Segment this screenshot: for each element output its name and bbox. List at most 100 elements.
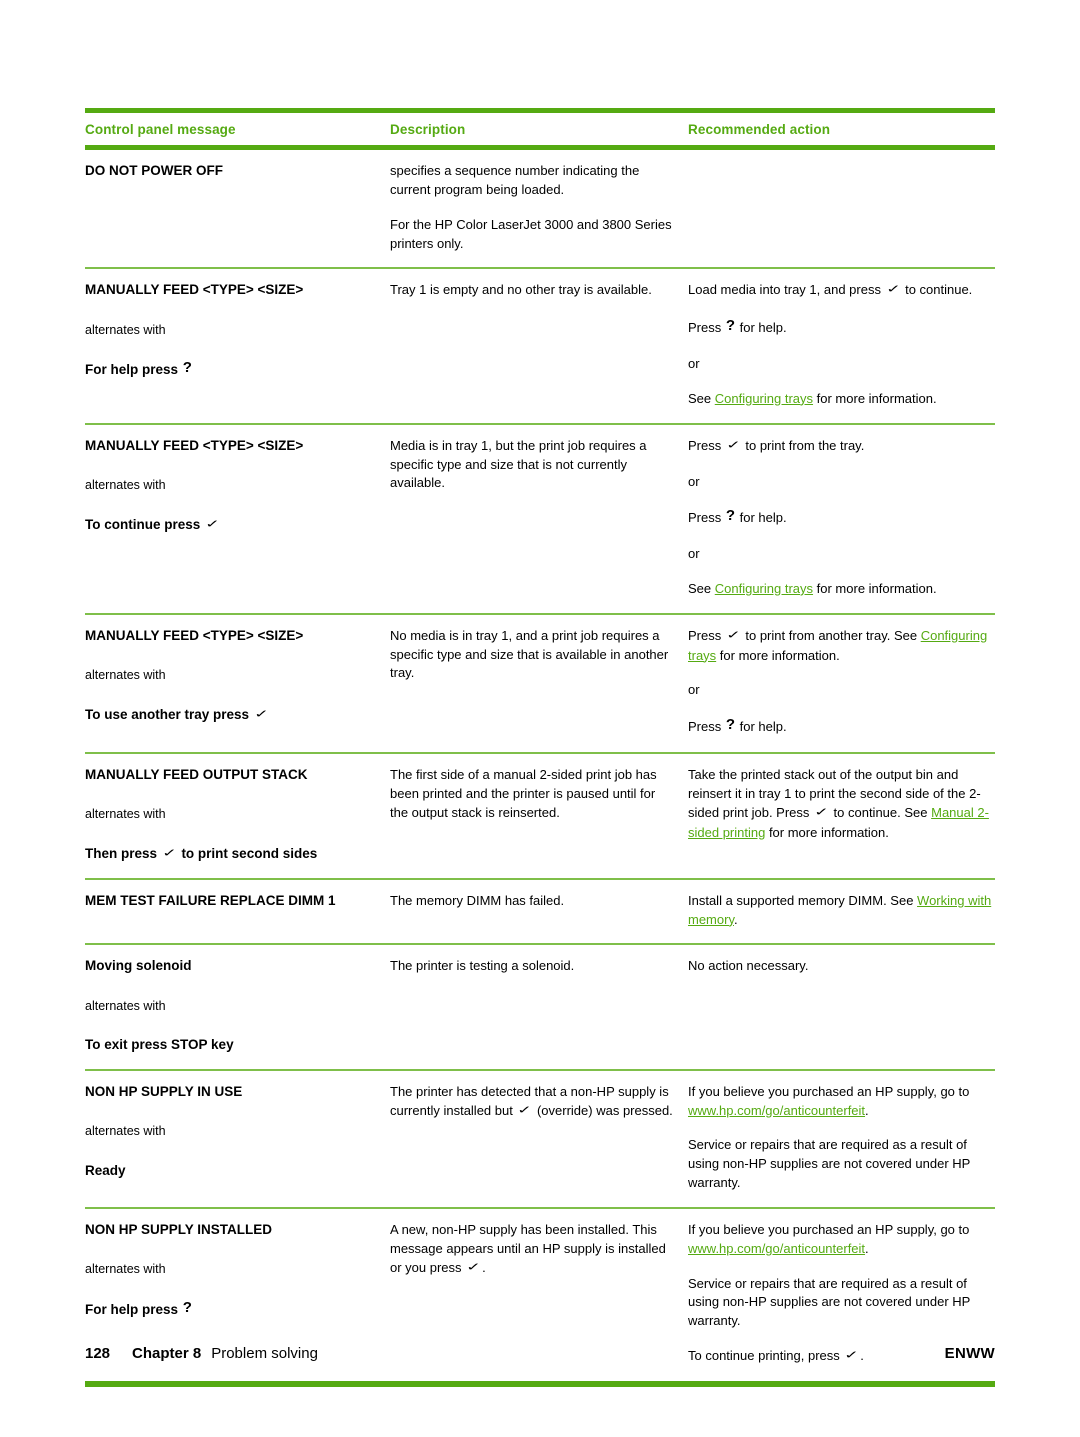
control-panel-message: MANUALLY FEED OUTPUT STACK xyxy=(85,767,308,783)
help-question-icon: ? xyxy=(725,507,736,525)
control-panel-message: NON HP SUPPLY INSTALLED xyxy=(85,1221,273,1237)
row-message-cell: MANUALLY FEED <TYPE> <SIZE> alternates w… xyxy=(85,627,390,738)
control-panel-message: NON HP SUPPLY IN USE xyxy=(85,1083,243,1099)
document-page: Control panel message Description Recomm… xyxy=(85,0,995,1437)
help-question-icon: ? xyxy=(182,1299,192,1317)
action-paragraph: or xyxy=(688,546,700,562)
row-description-cell: The printer has detected that a non-HP s… xyxy=(390,1083,688,1193)
row-action-cell xyxy=(688,162,995,253)
action-paragraph: If you believe you purchased an HP suppl… xyxy=(688,1083,970,1118)
control-panel-message-alternate: Then press ✓ to print second sides xyxy=(85,846,318,862)
table-row: Moving solenoid alternates with To exit … xyxy=(85,945,995,1068)
section-title: Problem solving xyxy=(211,1345,318,1362)
control-panel-message: MANUALLY FEED <TYPE> <SIZE> xyxy=(85,282,304,298)
alternates-with-label: alternates with xyxy=(85,1262,166,1277)
page-number: 128 xyxy=(85,1345,111,1362)
control-panel-message-alternate: To use another tray press ✓ xyxy=(85,706,380,725)
locale-code: ENWW xyxy=(944,1345,995,1362)
row-action-cell: Press ✓ to print from the tray. or Press… xyxy=(688,437,995,599)
row-message-cell: MANUALLY FEED OUTPUT STACK alternates wi… xyxy=(85,766,390,864)
description-paragraph: specifies a sequence number indicating t… xyxy=(390,163,640,197)
table-row: MANUALLY FEED <TYPE> <SIZE> alternates w… xyxy=(85,615,995,752)
control-panel-message-table: Control panel message Description Recomm… xyxy=(85,108,995,1387)
checkmark-icon: ✓ xyxy=(725,438,741,452)
action-paragraph: No action necessary. xyxy=(688,958,809,974)
alternates-with-label: alternates with xyxy=(85,1123,166,1138)
alternate-message-text: To use another tray press xyxy=(85,706,250,722)
action-paragraph: Press ? for help. xyxy=(688,507,787,526)
row-message-cell: MANUALLY FEED <TYPE> <SIZE> alternates w… xyxy=(85,281,390,408)
table-row: MANUALLY FEED <TYPE> <SIZE> alternates w… xyxy=(85,425,995,613)
action-paragraph: If you believe you purchased an HP suppl… xyxy=(688,1221,970,1256)
action-paragraph: Take the printed stack out of the output… xyxy=(688,767,989,840)
row-message-cell: MANUALLY FEED <TYPE> <SIZE> alternates w… xyxy=(85,437,390,599)
description-paragraph: A new, non-HP supply has been installed.… xyxy=(390,1221,666,1275)
alternates-with-label: alternates with xyxy=(85,668,166,682)
table-row: NON HP SUPPLY IN USE alternates with Rea… xyxy=(85,1071,995,1207)
checkmark-icon: ✓ xyxy=(205,517,220,531)
action-paragraph: Load media into tray 1, and press ✓ to c… xyxy=(688,282,973,298)
table-row: MANUALLY FEED OUTPUT STACK alternates wi… xyxy=(85,754,995,878)
row-action-cell: Load media into tray 1, and press ✓ to c… xyxy=(688,281,995,408)
action-paragraph: Service or repairs that are required as … xyxy=(688,1137,971,1191)
description-paragraph: The first side of a manual 2-sided print… xyxy=(390,767,657,820)
action-paragraph: Press ? for help. xyxy=(688,317,787,336)
row-action-cell: Take the printed stack out of the output… xyxy=(688,766,995,864)
control-panel-message-alternate: To exit press STOP key xyxy=(85,1037,234,1053)
action-paragraph: or xyxy=(688,473,700,489)
control-panel-message: DO NOT POWER OFF xyxy=(85,163,223,178)
alternate-message-text: For help press xyxy=(85,1302,179,1318)
control-panel-message: MEM TEST FAILURE REPLACE DIMM 1 xyxy=(85,892,336,908)
control-panel-message-alternate: To continue press ✓ xyxy=(85,516,380,535)
checkmark-icon: ✓ xyxy=(725,629,741,642)
description-paragraph: The printer is testing a solenoid. xyxy=(390,958,575,974)
row-action-cell: If you believe you purchased an HP suppl… xyxy=(688,1083,995,1193)
action-paragraph: Install a supported memory DIMM. See Wor… xyxy=(688,892,992,927)
cross-reference-link[interactable]: Working with memory xyxy=(688,893,991,927)
help-question-icon: ? xyxy=(725,317,736,335)
column-header-recommended-action: Recommended action xyxy=(688,122,831,137)
table-header-row: Control panel message Description Recomm… xyxy=(85,113,995,145)
control-panel-message-alternate: For help press ? xyxy=(85,359,380,380)
external-url-link[interactable]: www.hp.com/go/anticounterfeit xyxy=(688,1241,865,1256)
description-paragraph: Tray 1 is empty and no other tray is ava… xyxy=(390,282,652,298)
action-paragraph: See Configuring trays for more informati… xyxy=(688,580,937,596)
cross-reference-link[interactable]: Configuring trays xyxy=(715,581,813,596)
row-description-cell: The printer is testing a solenoid. xyxy=(390,957,688,1054)
alternate-message-text: To continue press xyxy=(85,516,201,532)
table-row: MANUALLY FEED <TYPE> <SIZE> alternates w… xyxy=(85,269,995,422)
footer-left: 128 Chapter 8 Problem solving xyxy=(85,1345,318,1362)
action-paragraph: Service or repairs that are required as … xyxy=(688,1275,971,1329)
action-paragraph: Press ✓ to print from the tray. xyxy=(688,437,865,453)
help-question-icon: ? xyxy=(182,359,192,377)
cross-reference-link[interactable]: Configuring trays xyxy=(715,391,813,406)
help-question-icon: ? xyxy=(725,716,736,734)
alternates-with-label: alternates with xyxy=(85,807,166,822)
checkmark-icon: ✓ xyxy=(253,708,269,721)
row-message-cell: MEM TEST FAILURE REPLACE DIMM 1 xyxy=(85,892,390,930)
alternates-with-label: alternates with xyxy=(85,998,166,1013)
description-paragraph: Media is in tray 1, but the print job re… xyxy=(390,437,647,491)
row-description-cell: specifies a sequence number indicating t… xyxy=(390,162,688,253)
cross-reference-link[interactable]: Manual 2-sided printing xyxy=(688,805,989,840)
table-row: MEM TEST FAILURE REPLACE DIMM 1 The memo… xyxy=(85,880,995,944)
checkmark-icon: ✓ xyxy=(814,806,829,819)
row-message-cell: Moving solenoid alternates with To exit … xyxy=(85,957,390,1054)
row-description-cell: Media is in tray 1, but the print job re… xyxy=(390,437,688,599)
alternates-with-label: alternates with xyxy=(85,477,166,492)
alternate-message-text: For help press xyxy=(85,362,179,378)
row-description-cell: No media is in tray 1, and a print job r… xyxy=(390,627,688,738)
control-panel-message-alternate: Ready xyxy=(85,1162,126,1178)
column-header-description: Description xyxy=(390,122,466,137)
column-header-control-panel-message: Control panel message xyxy=(85,122,236,137)
checkmark-icon: ✓ xyxy=(885,283,901,297)
action-paragraph: Press ? for help. xyxy=(688,716,787,735)
control-panel-message: MANUALLY FEED <TYPE> <SIZE> xyxy=(85,437,304,453)
row-message-cell: DO NOT POWER OFF xyxy=(85,162,390,253)
chapter-label: Chapter 8 xyxy=(132,1345,202,1362)
external-url-link[interactable]: www.hp.com/go/anticounterfeit xyxy=(688,1103,865,1118)
description-paragraph: For the HP Color LaserJet 3000 and 3800 … xyxy=(390,216,672,251)
description-paragraph: The printer has detected that a non-HP s… xyxy=(390,1083,673,1118)
row-description-cell: The first side of a manual 2-sided print… xyxy=(390,766,688,864)
action-paragraph: See Configuring trays for more informati… xyxy=(688,390,937,406)
